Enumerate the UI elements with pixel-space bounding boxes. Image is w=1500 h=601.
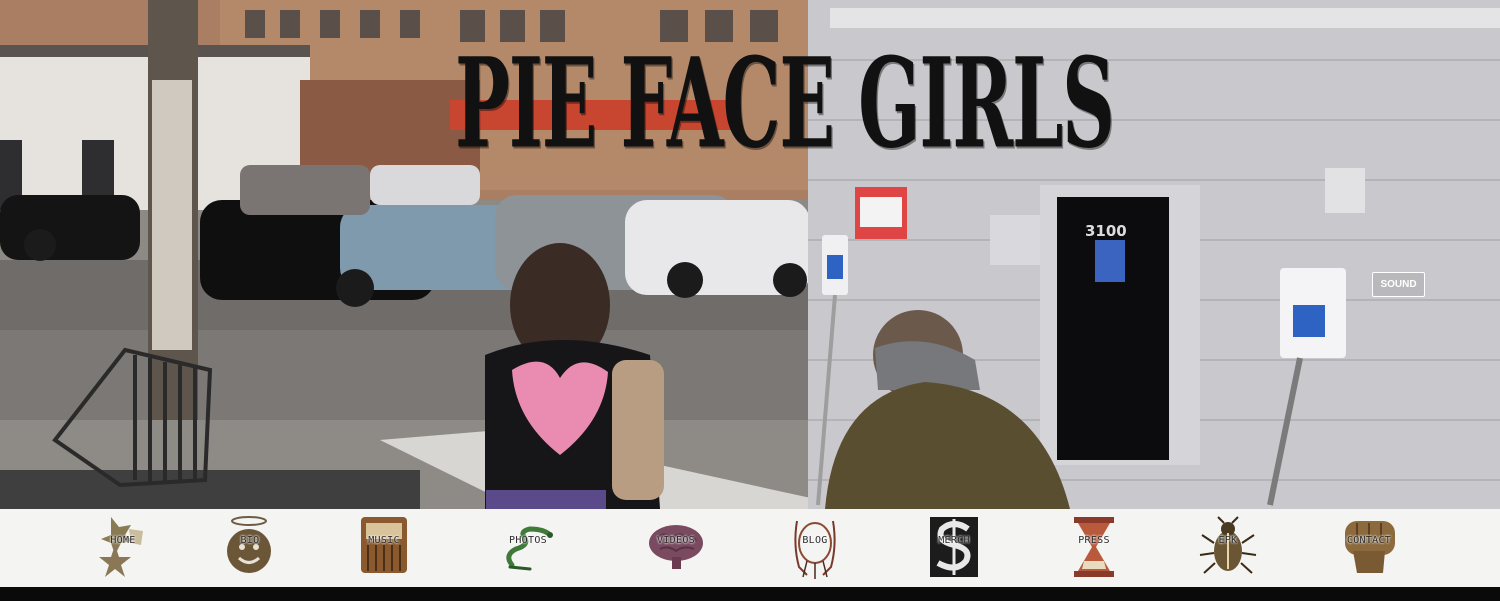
brain-icon: [649, 525, 703, 569]
site-title: PIE FACE GIRLS: [455, 30, 1115, 176]
bottom-bar: [0, 587, 1500, 601]
nav-item-press[interactable]: PRESS: [1056, 515, 1132, 581]
nav-label-epk: EPK: [1218, 535, 1238, 546]
nav-item-home[interactable]: HOME: [85, 515, 161, 581]
nav-item-merch[interactable]: MERCH: [916, 515, 992, 581]
nav-item-videos[interactable]: VIDEOS: [638, 515, 714, 581]
sketch-face-icon: [794, 520, 836, 579]
nav-label-photos: PHOTOS: [509, 535, 547, 546]
fist-icon: [1345, 521, 1395, 573]
beetle-icon: [1199, 516, 1257, 574]
nav-item-photos[interactable]: PHOTOS: [490, 515, 566, 581]
nav-item-contact[interactable]: CONTACT: [1331, 515, 1407, 581]
nav-label-blog: BLOG: [802, 535, 828, 546]
nav-label-bio: BIO: [240, 535, 260, 546]
door-number: 3100: [1085, 222, 1127, 240]
nav-label-press: PRESS: [1078, 535, 1110, 546]
nav-label-home: HOME: [110, 535, 136, 546]
main-navigation: HOME BIO MUSIC PHOTOS VIDEOS BLOG MERCH …: [0, 509, 1500, 587]
nav-item-bio[interactable]: BIO: [212, 515, 288, 581]
dollar-sign-icon: [930, 517, 978, 577]
nav-item-epk[interactable]: EPK: [1190, 515, 1266, 581]
sound-toggle-button[interactable]: SOUND: [1372, 272, 1425, 297]
snake-icon: [506, 526, 553, 571]
nav-item-music[interactable]: MUSIC: [346, 515, 422, 581]
nav-item-blog[interactable]: BLOG: [777, 515, 853, 581]
hero-video: 3100 PIE FACE GIRLS SOUND: [0, 0, 1500, 509]
hourglass-icon: [1074, 517, 1114, 577]
sheriff-star-icon: [99, 517, 143, 577]
nav-label-music: MUSIC: [368, 535, 400, 546]
halo-face-icon: [227, 516, 271, 573]
nav-label-contact: CONTACT: [1346, 535, 1392, 546]
nav-label-merch: MERCH: [938, 535, 970, 546]
jukebox-icon: [361, 517, 407, 573]
nav-label-videos: VIDEOS: [657, 535, 695, 546]
